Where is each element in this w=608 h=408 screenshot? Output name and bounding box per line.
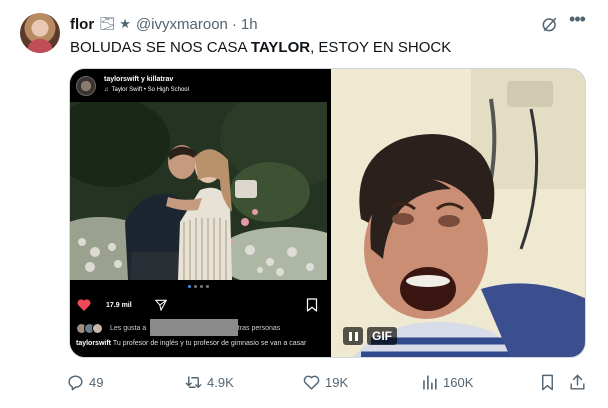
media-grid: taylorswift y killatrav ♫ Taylor Swift • … xyxy=(69,68,586,358)
tweet-text-part: , ESTOY EN SHOCK xyxy=(310,39,452,56)
share-icon xyxy=(570,374,585,390)
tweet-header: flor 🌫 ★ @ivyxmaroon · 1h xyxy=(70,15,258,33)
tweet-text-part: BOLUDAS SE NOS CASA xyxy=(70,39,251,56)
author-handle[interactable]: @ivyxmaroon xyxy=(136,16,228,33)
separator-dot: · xyxy=(231,15,237,33)
ig-song-text: Taylor Swift • So High School xyxy=(111,87,189,93)
music-note-icon: ♫ xyxy=(104,87,109,93)
ig-likes-count: 17.9 mil xyxy=(106,302,132,309)
repost-button[interactable]: 4.9K xyxy=(184,370,234,394)
like-count: 19K xyxy=(325,374,349,390)
ig-heart-icon xyxy=(77,299,91,311)
carousel-dot xyxy=(200,285,203,288)
pause-bar xyxy=(348,331,352,341)
crying-child-gif[interactable]: GIF xyxy=(331,69,585,357)
tweet-text-bold: TAYLOR xyxy=(250,39,311,56)
pause-icon[interactable] xyxy=(343,327,363,345)
gif-drawing xyxy=(331,69,585,357)
carousel-dot xyxy=(194,285,197,288)
more-icon[interactable]: ••• xyxy=(566,10,588,32)
couple-photo-drawing xyxy=(70,102,327,280)
reply-count: 49 xyxy=(89,374,104,390)
author-name[interactable]: flor xyxy=(70,16,94,33)
ig-liked-avatars xyxy=(76,323,106,334)
ig-liked-by-prefix: Les gusta a xyxy=(110,325,147,332)
name-emoji-badges: 🌫 ★ xyxy=(99,16,131,31)
action-bar: 49 4.9K 19K 160K xyxy=(66,370,590,394)
ig-song: ♫ Taylor Swift • So High School xyxy=(104,87,189,93)
avatar[interactable] xyxy=(20,13,60,53)
repost-count: 4.9K xyxy=(207,374,234,390)
ig-caption-text: Tu profesor de inglés y tu profesor de g… xyxy=(112,340,307,347)
ig-save-icon xyxy=(306,298,318,312)
reply-button[interactable]: 49 xyxy=(66,370,103,394)
repost-icon xyxy=(185,375,202,388)
views-button[interactable]: 160K xyxy=(420,370,473,394)
redaction-box xyxy=(150,319,238,336)
grok-icon[interactable] xyxy=(540,14,560,34)
instagram-screenshot-image[interactable]: taylorswift y killatrav ♫ Taylor Swift • … xyxy=(70,69,327,357)
views-icon xyxy=(423,374,437,390)
ig-avatar xyxy=(76,76,96,96)
carousel-dots xyxy=(188,285,209,288)
ig-caption: taylorswift Tu profesor de inglés y tu p… xyxy=(76,340,306,347)
views-count: 160K xyxy=(443,374,474,390)
timestamp[interactable]: 1h xyxy=(241,16,258,33)
pause-bar xyxy=(354,331,358,341)
reply-icon xyxy=(68,374,83,390)
couple-photo xyxy=(70,102,327,280)
tweet[interactable]: flor 🌫 ★ @ivyxmaroon · 1h ••• BOLUDAS SE… xyxy=(0,0,608,408)
tweet-text: BOLUDAS SE NOS CASA TAYLOR, ESTOY EN SHO… xyxy=(70,38,451,58)
ig-caption-user: taylorswift xyxy=(76,340,112,347)
carousel-dot xyxy=(188,285,191,288)
ig-liked-avatar xyxy=(92,323,103,334)
bookmark-icon xyxy=(542,374,553,390)
ig-send-icon xyxy=(155,299,167,311)
share-button[interactable] xyxy=(568,370,587,394)
bookmark-button[interactable] xyxy=(538,370,557,394)
carousel-dot xyxy=(206,285,209,288)
like-button[interactable]: 19K xyxy=(302,370,348,394)
ig-usernames: taylorswift y killatrav xyxy=(104,76,174,83)
ig-liked-by-suffix: otras personas xyxy=(234,325,281,332)
heart-icon xyxy=(303,375,320,390)
gif-label: GIF xyxy=(367,327,397,345)
gif-badge[interactable]: GIF xyxy=(343,327,397,345)
